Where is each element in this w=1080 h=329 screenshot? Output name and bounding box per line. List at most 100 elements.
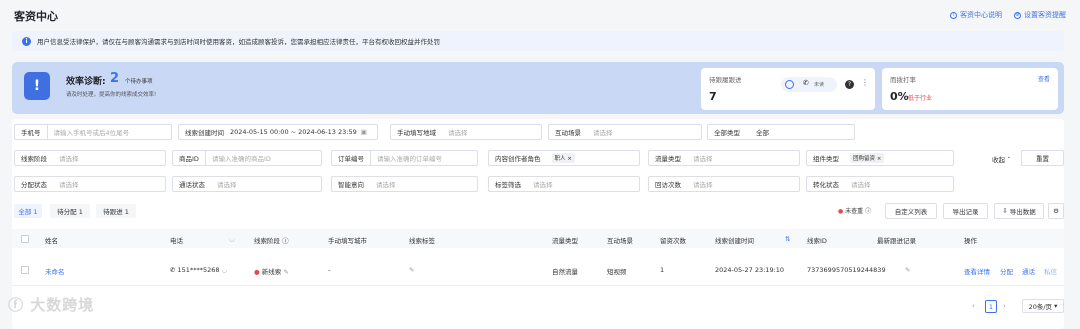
watermark-text: 大数跨境 bbox=[30, 296, 95, 314]
row-checkbox[interactable] bbox=[21, 266, 29, 274]
collapse-label: 收起 bbox=[992, 156, 1005, 164]
legal-notice: i 用户信息受法律保护，请仅在与顾客沟通需求与到店时间时使用客资，如造成顾客投诉，… bbox=[12, 31, 1064, 51]
pending-card[interactable]: 待跟履跟进 7 ✆ 未读 ? ⋮ bbox=[701, 68, 875, 110]
call-link[interactable]: 通话 bbox=[1022, 266, 1035, 276]
diagnosis-desc: 请及时处理，提高你的线索成交效率! bbox=[66, 92, 157, 98]
row-phone: ✆ 151****5268 ◡ bbox=[170, 266, 227, 274]
message-link[interactable]: 私信 bbox=[1044, 266, 1057, 276]
gear-icon: ⚙ bbox=[1014, 11, 1021, 19]
diagnosis-title: 效率诊断: bbox=[66, 77, 106, 87]
convert-filter[interactable]: 转化状态 请选择 bbox=[806, 176, 954, 192]
eye-icon[interactable]: ◡ bbox=[222, 266, 228, 274]
col-created: 线索创建时间 bbox=[715, 237, 754, 245]
stage-filter[interactable]: 线索阶段 请选择 bbox=[14, 150, 166, 166]
product-filter-input[interactable]: 请输入准确的商品ID bbox=[204, 151, 321, 165]
component-tag[interactable]: 团购留资 × bbox=[850, 153, 885, 163]
flow-filter-select[interactable]: 请选择 bbox=[687, 153, 713, 163]
export-log-button[interactable]: 导出记录 bbox=[943, 203, 988, 219]
type-filter-label: 全部类型 bbox=[714, 129, 740, 137]
assign-link[interactable]: 分配 bbox=[1000, 266, 1013, 276]
phone-filter[interactable]: 手机号 请输入手机号或后4位尾号 bbox=[14, 124, 172, 140]
row-scene: 短视频 bbox=[607, 268, 627, 276]
notice-text: 用户信息受法律保护，请仅在与顾客沟通需求与到店时间时使用客资，如造成顾客投诉，您… bbox=[37, 38, 440, 46]
phone-filter-input[interactable]: 请输入手机号或后4位尾号 bbox=[46, 125, 172, 139]
label-filter[interactable]: 标签筛选 请选择 bbox=[488, 176, 640, 192]
stage-filter-select[interactable]: 请选择 bbox=[53, 153, 79, 163]
export-data-button[interactable]: ⇩ 导出数据 bbox=[994, 203, 1044, 219]
eye-icon[interactable]: ◡ bbox=[229, 235, 235, 243]
city-filter-select[interactable]: 请选择 bbox=[442, 127, 468, 137]
created-filter[interactable]: 线索创建时间 2024-05-15 00:00 ~ 2024-06-13 23:5… bbox=[178, 124, 378, 140]
scene-filter-select[interactable]: 请选择 bbox=[587, 127, 613, 137]
intent-filter-select[interactable]: 请选择 bbox=[370, 179, 396, 189]
creator-filter-label: 内容创作者角色 bbox=[495, 155, 541, 163]
scene-filter[interactable]: 互动场景 请选择 bbox=[548, 124, 702, 140]
convert-filter-select[interactable]: 请选择 bbox=[845, 179, 871, 189]
unread-label: 未查重 bbox=[845, 208, 864, 215]
visits-filter-label: 回访次数 bbox=[655, 181, 681, 189]
assign-filter[interactable]: 分配状态 请选择 bbox=[14, 176, 166, 192]
tab-unassigned[interactable]: 待分配 1 bbox=[50, 204, 90, 218]
creator-filter[interactable]: 内容创作者角色 职人 × bbox=[488, 150, 640, 166]
order-filter-input[interactable]: 请输入准确的订单编号 bbox=[370, 151, 477, 165]
intent-filter[interactable]: 智能意向 请选择 bbox=[331, 176, 478, 192]
call-filter[interactable]: 通话状态 请选择 bbox=[172, 176, 322, 192]
row-flow: 自然流量 bbox=[552, 268, 578, 276]
component-tag-label: 团购留资 bbox=[853, 156, 876, 162]
collapse-toggle[interactable]: 收起 ˆ bbox=[992, 154, 1010, 164]
tab-pending[interactable]: 待跟进 1 bbox=[96, 204, 136, 218]
row-name-link[interactable]: 未命名 bbox=[45, 266, 65, 276]
product-filter[interactable]: 商品ID 请输入准确的商品ID bbox=[172, 150, 322, 166]
reset-button[interactable]: 重置 bbox=[1021, 150, 1064, 166]
prev-page-icon[interactable]: ‹ bbox=[972, 302, 975, 310]
col-count: 留资次数 bbox=[660, 237, 686, 245]
visits-filter[interactable]: 回访次数 请选择 bbox=[648, 176, 800, 192]
rate-card[interactable]: 而拨打率 查看 0% 低于行业 bbox=[882, 68, 1058, 110]
select-all-checkbox[interactable] bbox=[21, 235, 29, 243]
city-filter[interactable]: 手动填写地域 请选择 bbox=[390, 124, 542, 140]
custom-columns-button[interactable]: 自定义列表 bbox=[885, 203, 937, 219]
flow-filter[interactable]: 流量类型 请选择 bbox=[648, 150, 800, 166]
component-filter[interactable]: 组件类型 团购留资 × bbox=[806, 150, 954, 166]
page-size-select[interactable]: 20条/页 ▾ bbox=[1022, 299, 1064, 313]
unread-toggle[interactable]: ● 未查重 ⓘ bbox=[838, 206, 871, 215]
product-filter-label: 商品ID bbox=[179, 155, 199, 163]
next-page-icon[interactable]: › bbox=[1003, 302, 1006, 310]
help-link[interactable]: i 客资中心说明 bbox=[950, 10, 1002, 20]
rate-badge: 低于行业 bbox=[908, 95, 933, 102]
col-id: 线索ID bbox=[807, 237, 827, 245]
settings-link[interactable]: ⚙ 设置客资提醒 bbox=[1014, 10, 1066, 20]
more-icon[interactable]: ⋮ bbox=[861, 78, 869, 87]
type-filter-value[interactable]: 全部 bbox=[756, 127, 769, 137]
row-phone-value: 151****5268 bbox=[177, 266, 220, 274]
flow-filter-label: 流量类型 bbox=[655, 155, 681, 163]
edit-icon[interactable]: ✎ bbox=[409, 266, 414, 274]
created-filter-value[interactable]: 2024-05-15 00:00 ~ 2024-06-13 23:59 bbox=[230, 128, 357, 136]
edit-icon[interactable]: ✎ bbox=[283, 268, 288, 276]
info-icon: i bbox=[22, 36, 31, 46]
call-filter-select[interactable]: 请选择 bbox=[211, 179, 237, 189]
assign-filter-select[interactable]: 请选择 bbox=[53, 179, 79, 189]
inbox-alert-icon: ! bbox=[24, 72, 50, 100]
edit-icon[interactable]: ✎ bbox=[905, 266, 910, 274]
pending-chip[interactable]: ✆ 未读 bbox=[781, 77, 837, 92]
help-icon[interactable]: ? bbox=[845, 80, 854, 89]
settings-icon-button[interactable]: ⚙ bbox=[1048, 203, 1064, 219]
convert-filter-label: 转化状态 bbox=[813, 181, 839, 189]
page-number[interactable]: 1 bbox=[985, 300, 997, 313]
creator-tag[interactable]: 职人 × bbox=[551, 153, 575, 163]
sort-icon[interactable]: ⇅ bbox=[785, 235, 790, 243]
label-filter-select[interactable]: 请选择 bbox=[527, 179, 553, 189]
row-stage: ● 新线索 ✎ bbox=[254, 266, 289, 276]
rate-view-link[interactable]: 查看 bbox=[1038, 74, 1050, 83]
creator-tag-label: 职人 bbox=[554, 156, 566, 162]
view-detail-link[interactable]: 查看详情 bbox=[964, 266, 990, 276]
type-filter[interactable]: 全部类型 全部 bbox=[707, 124, 855, 140]
tab-all[interactable]: 全部 1 bbox=[14, 204, 42, 218]
row-stage-value: 新线索 bbox=[261, 268, 282, 276]
col-actions: 操作 bbox=[964, 237, 977, 245]
visits-filter-select[interactable]: 请选择 bbox=[687, 179, 713, 189]
chat-icon bbox=[785, 80, 794, 89]
order-filter[interactable]: 订单编号 请输入准确的订单编号 bbox=[331, 150, 478, 166]
chevron-up-icon: ˆ bbox=[1007, 156, 1011, 164]
